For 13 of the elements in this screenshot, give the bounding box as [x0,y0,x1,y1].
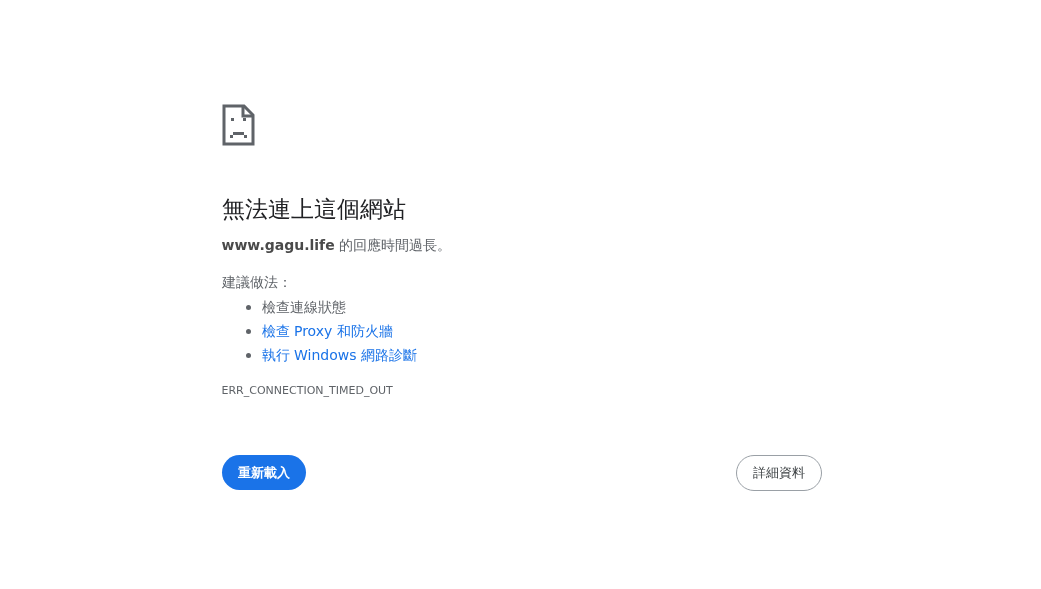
error-message: www.gagu.life 的回應時間過長。 [221,236,453,255]
details-button[interactable]: 詳細資料 [735,454,822,491]
suggestion-link[interactable]: 檢查 Proxy 和防火牆 [261,321,393,342]
suggestions-heading: 建議做法： [221,273,293,292]
sad-page-icon [221,104,255,146]
bullet-icon [245,329,251,334]
suggestion-text: 檢查連線狀態 [261,298,346,317]
error-title: 無法連上這個網站 [221,195,407,224]
suggestion-link[interactable]: 執行 Windows 網路診斷 [261,345,417,366]
bullet-icon [245,305,251,310]
reload-button[interactable]: 重新載入 [221,455,306,490]
bullet-icon [245,353,251,358]
error-code: ERR_CONNECTION_TIMED_OUT [221,383,394,399]
